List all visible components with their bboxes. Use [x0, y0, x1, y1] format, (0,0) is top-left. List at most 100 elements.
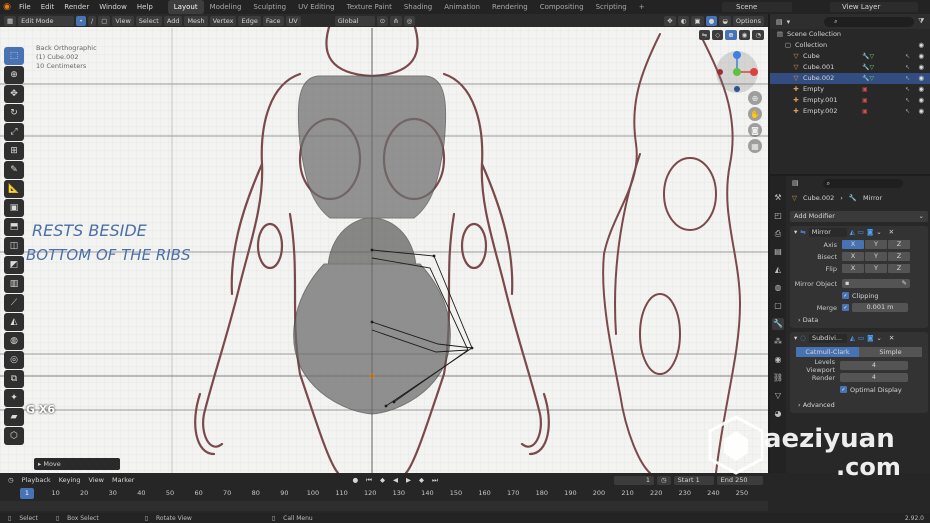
tool-tab-icon[interactable]: ⚒: [772, 192, 784, 204]
expand-arrow-icon[interactable]: ▾: [794, 228, 797, 236]
outliner-editor-icon[interactable]: ▤: [776, 18, 783, 26]
tab-uv-editing[interactable]: UV Editing: [292, 0, 341, 14]
select-arrow-icon[interactable]: ↖: [905, 62, 910, 73]
bisect-z-toggle[interactable]: Z: [888, 252, 910, 261]
add-modifier-dropdown[interactable]: Add Modifier ⌄: [790, 211, 928, 222]
zoom-icon[interactable]: ⊕: [748, 91, 762, 105]
subdivision-modifier-header[interactable]: ▾ ◌ Subdivi... ◭ ▭ ◙ ⌄ ✕: [790, 332, 928, 344]
menu-face[interactable]: Face: [262, 15, 284, 26]
outliner-item-cube-001[interactable]: ▽ Cube.001 🔧▽ ↖ ◉: [770, 62, 930, 73]
bisect-y-toggle[interactable]: Y: [865, 252, 887, 261]
merge-checkbox[interactable]: ✓: [842, 304, 849, 311]
menu-file[interactable]: File: [14, 0, 36, 14]
poly-build-tool-icon[interactable]: ◭: [4, 313, 24, 331]
camera-view-icon[interactable]: ◙: [748, 123, 762, 137]
menu-edge[interactable]: Edge: [238, 15, 261, 26]
prev-keyframe-icon[interactable]: ◆: [380, 476, 385, 484]
menu-add[interactable]: Add: [163, 15, 183, 26]
menu-mesh[interactable]: Mesh: [184, 15, 208, 26]
vertex-select-mode[interactable]: •: [76, 15, 86, 26]
viewport-shading-icon[interactable]: ◔: [752, 29, 764, 40]
inset-tool-icon[interactable]: ◫: [4, 237, 24, 255]
rip-tool-icon[interactable]: ⬡: [4, 427, 24, 445]
advanced-subpanel-row[interactable]: › Advanced: [790, 399, 928, 410]
properties-search-input[interactable]: ⌕: [822, 178, 903, 188]
annotate-tool-icon[interactable]: ✎: [4, 161, 24, 179]
viewport-toggle-icon[interactable]: ▭: [858, 334, 864, 342]
optimal-display-checkbox[interactable]: ✓: [840, 386, 847, 393]
pan-hand-icon[interactable]: ✋: [748, 107, 762, 121]
close-icon[interactable]: ✕: [889, 228, 894, 236]
current-frame-field[interactable]: 1: [614, 476, 654, 485]
modifier-tab-icon[interactable]: 🔧: [772, 318, 784, 330]
add-cube-tool-icon[interactable]: ▣: [4, 199, 24, 217]
options-dropdown[interactable]: Options: [732, 15, 764, 26]
pivot-point-icon[interactable]: ⊙: [376, 15, 389, 26]
select-arrow-icon[interactable]: ↖: [905, 95, 910, 106]
filter-icon[interactable]: ▾: [787, 18, 791, 26]
data-tab-icon[interactable]: ▽: [772, 390, 784, 402]
menu-help[interactable]: Help: [132, 0, 158, 14]
edit-mode-toggle-icon[interactable]: ◭: [850, 228, 855, 236]
physics-tab-icon[interactable]: ◉: [772, 354, 784, 366]
outliner-item-cube-002[interactable]: ▽ Cube.002 🔧▽ ↖ ◉: [770, 73, 930, 84]
mesh-edit-icon[interactable]: ◇: [712, 29, 724, 40]
menu-timeline-view[interactable]: View: [89, 476, 104, 484]
properties-editor-icon[interactable]: ▤: [792, 179, 799, 187]
mode-selector[interactable]: Edit Mode: [18, 15, 75, 26]
select-box-tool-icon[interactable]: ⬚: [4, 47, 24, 65]
render-toggle-icon[interactable]: ◙: [867, 334, 873, 342]
add-workspace-button[interactable]: +: [633, 0, 651, 14]
axis-z-toggle[interactable]: Z: [888, 240, 910, 249]
tab-compositing[interactable]: Compositing: [534, 0, 590, 14]
dropdown-icon[interactable]: ⌄: [876, 228, 881, 236]
timeline-ruler[interactable]: 1102030405060708090100110120130140150160…: [0, 489, 768, 499]
outliner-item-cube[interactable]: ▽ Cube 🔧▽ ↖ ◉: [770, 51, 930, 62]
menu-marker[interactable]: Marker: [112, 476, 134, 484]
blender-logo-icon[interactable]: ◉: [0, 0, 14, 14]
timeline-track[interactable]: [0, 501, 768, 511]
axis-y-toggle[interactable]: Y: [865, 240, 887, 249]
outliner-item-empty[interactable]: ✚ Empty ▣ ↖ ◉: [770, 84, 930, 95]
shear-tool-icon[interactable]: ▰: [4, 408, 24, 426]
xray-icon[interactable]: ▣: [691, 15, 704, 26]
face-select-mode[interactable]: ▢: [98, 15, 111, 26]
transform-orientation-dropdown[interactable]: Global: [334, 15, 375, 26]
viewport-toggle-icon[interactable]: ▭: [858, 228, 864, 236]
proportional-edit-icon[interactable]: ◎: [403, 15, 416, 26]
jump-end-icon[interactable]: ⏭: [432, 476, 438, 485]
visibility-icon[interactable]: ◉: [738, 29, 751, 40]
expand-arrow-icon[interactable]: ▾: [794, 334, 797, 342]
measure-tool-icon[interactable]: 📐: [4, 180, 24, 198]
bevel-tool-icon[interactable]: ◩: [4, 256, 24, 274]
edge-slide-tool-icon[interactable]: ⧉: [4, 370, 24, 388]
select-arrow-icon[interactable]: ↖: [905, 73, 910, 84]
render-toggle-icon[interactable]: ◙: [867, 228, 873, 236]
visibility-eye-icon[interactable]: ◉: [918, 62, 924, 73]
menu-view[interactable]: View: [112, 15, 134, 26]
eyedropper-icon[interactable]: ✎: [902, 279, 907, 288]
catmull-clark-option[interactable]: Catmull-Clark: [796, 347, 859, 357]
axis-x-toggle[interactable]: X: [842, 240, 864, 249]
shading-material-icon[interactable]: ◒: [719, 15, 731, 26]
select-arrow-icon[interactable]: ↖: [905, 84, 910, 95]
tab-rendering[interactable]: Rendering: [486, 0, 534, 14]
dropdown-icon[interactable]: ⌄: [876, 334, 881, 342]
preview-range-icon[interactable]: ◷: [657, 476, 671, 485]
overlays-icon[interactable]: ◐: [677, 15, 690, 26]
timeline-editor-icon[interactable]: ◷: [8, 476, 14, 484]
visibility-eye-icon[interactable]: ◉: [918, 73, 924, 84]
subdivision-name-field[interactable]: Subdivi...: [808, 333, 847, 343]
levels-viewport-field[interactable]: 4: [840, 361, 908, 370]
simple-option[interactable]: Simple: [859, 347, 922, 357]
menu-uv[interactable]: UV: [285, 15, 301, 26]
menu-vertex[interactable]: Vertex: [209, 15, 237, 26]
mirror-object-field[interactable]: ▪ ✎: [842, 279, 910, 288]
mirror-name-field[interactable]: Mirror: [808, 227, 847, 237]
jump-start-icon[interactable]: ⏮: [366, 476, 372, 485]
output-tab-icon[interactable]: ⎙: [772, 228, 784, 240]
perspective-toggle-icon[interactable]: ▦: [748, 139, 762, 153]
move-tool-icon[interactable]: ✥: [4, 85, 24, 103]
tab-animation[interactable]: Animation: [438, 0, 486, 14]
tab-layout[interactable]: Layout: [167, 0, 204, 14]
